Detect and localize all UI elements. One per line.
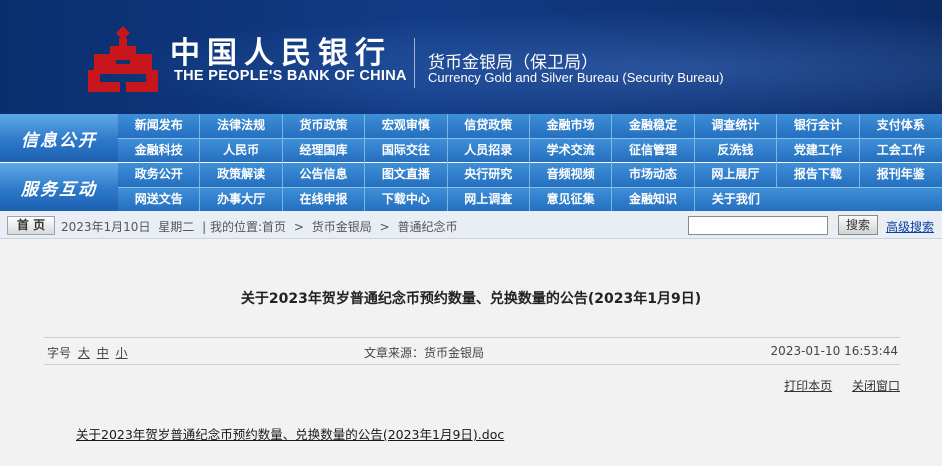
nav-item-treasury[interactable]: 经理国库: [283, 139, 366, 163]
nav-item-financial-stability[interactable]: 金融稳定: [612, 114, 695, 138]
nav-item-gov-affairs[interactable]: 政务公开: [118, 163, 201, 187]
nav-item-laws[interactable]: 法律法规: [200, 114, 283, 138]
nav-item-policy-interpretation[interactable]: 政策解读: [200, 163, 283, 187]
font-medium-link[interactable]: 中: [97, 346, 109, 360]
nav-row: 金融科技 人民币 经理国库 国际交往 人员招录 学术交流 征信管理 反洗钱 党建…: [118, 138, 942, 163]
home-button[interactable]: 首 页: [7, 216, 55, 235]
nav-item-service-hall[interactable]: 办事大厅: [200, 188, 283, 212]
pboc-logo-icon[interactable]: [86, 24, 160, 94]
search-button[interactable]: 搜索: [838, 215, 878, 235]
nav-item-financial-market[interactable]: 金融市场: [530, 114, 613, 138]
nav-item-online-notices[interactable]: 网送文告: [118, 188, 201, 212]
nav-item-union[interactable]: 工会工作: [860, 139, 942, 163]
article-meta: 字号 大 中 小 文章来源：货币金银局 2023-01-10 16:53:44: [44, 337, 900, 365]
nav-group-label: 服务互动: [0, 163, 118, 211]
nav-item-feedback[interactable]: 意见征集: [530, 188, 613, 212]
print-page-link[interactable]: 打印本页: [784, 379, 832, 393]
search-input[interactable]: [688, 216, 828, 235]
breadcrumb-home-link[interactable]: | 我的位置:首页: [202, 220, 286, 234]
breadcrumb-bar: 首 页 2023年1月10日 星期二 | 我的位置:首页 > 货币金银局 > 普…: [0, 211, 942, 239]
header-divider: [414, 38, 415, 88]
nav-group-service: 服务互动 政务公开 政策解读 公告信息 图文直播 央行研究 音频视频 市场动态 …: [0, 163, 942, 212]
breadcrumb-separator: >: [379, 220, 390, 234]
breadcrumb-separator: >: [293, 220, 304, 234]
article-title: 关于2023年贺岁普通纪念币预约数量、兑换数量的公告(2023年1月9日): [240, 291, 702, 307]
article-tools: 打印本页 关闭窗口: [768, 377, 900, 394]
advanced-search-link[interactable]: 高级搜索: [886, 218, 934, 235]
nav-item-academic[interactable]: 学术交流: [530, 139, 613, 163]
nav-item-market-dynamics[interactable]: 市场动态: [612, 163, 695, 187]
nav-item-live-broadcast[interactable]: 图文直播: [365, 163, 448, 187]
attachment-link[interactable]: 关于2023年贺岁普通纪念币预约数量、兑换数量的公告(2023年1月9日).do…: [76, 424, 504, 443]
close-window-link[interactable]: 关闭窗口: [852, 379, 900, 393]
nav-item-research[interactable]: 央行研究: [448, 163, 530, 187]
nav-items: 政务公开 政策解读 公告信息 图文直播 央行研究 音频视频 市场动态 网上展厅 …: [118, 163, 942, 212]
nav-item-bank-accounting[interactable]: 银行会计: [777, 114, 860, 138]
nav-item-online-survey[interactable]: 网上调查: [448, 188, 530, 212]
nav-group-label: 信息公开: [0, 114, 118, 162]
font-size-control: 字号 大 中 小: [47, 344, 128, 361]
nav-item-audio-video[interactable]: 音频视频: [530, 163, 613, 187]
nav-item-announcements[interactable]: 公告信息: [283, 163, 366, 187]
nav-items: 新闻发布 法律法规 货币政策 宏观审慎 信贷政策 金融市场 金融稳定 调查统计 …: [118, 114, 942, 163]
bank-name-cn: 中国人民银行: [170, 36, 392, 71]
nav-group-info: 信息公开 新闻发布 法律法规 货币政策 宏观审慎 信贷政策 金融市场 金融稳定 …: [0, 114, 942, 163]
bureau-name-en: Currency Gold and Silver Bureau (Securit…: [428, 70, 724, 85]
article-source: 文章来源：货币金银局: [364, 346, 485, 360]
bank-name-en: THE PEOPLE'S BANK OF CHINA: [174, 68, 407, 84]
font-small-link[interactable]: 小: [116, 346, 128, 360]
font-large-link[interactable]: 大: [78, 346, 90, 360]
breadcrumb-bureau-link[interactable]: 货币金银局: [312, 220, 372, 234]
nav-item-international[interactable]: 国际交往: [365, 139, 448, 163]
header-banner: 中国人民银行 THE PEOPLE'S BANK OF CHINA 货币金银局（…: [0, 0, 942, 114]
nav-item-recruitment[interactable]: 人员招录: [448, 139, 530, 163]
nav-item-about-us[interactable]: 关于我们: [695, 188, 777, 212]
current-weekday: 星期二: [158, 220, 195, 234]
nav-item-fintech[interactable]: 金融科技: [118, 139, 201, 163]
nav-row: 政务公开 政策解读 公告信息 图文直播 央行研究 音频视频 市场动态 网上展厅 …: [118, 163, 942, 187]
nav-item-yearbook[interactable]: 报刊年鉴: [860, 163, 942, 187]
nav-item-news[interactable]: 新闻发布: [118, 114, 201, 138]
nav-item-online-exhibition[interactable]: 网上展厅: [695, 163, 778, 187]
nav-item-monetary-policy[interactable]: 货币政策: [283, 114, 366, 138]
nav-item-report-download[interactable]: 报告下载: [777, 163, 860, 187]
article-content: 关于2023年贺岁普通纪念币预约数量、兑换数量的公告(2023年1月9日) 字号…: [0, 240, 942, 466]
main-navigation: 信息公开 新闻发布 法律法规 货币政策 宏观审慎 信贷政策 金融市场 金融稳定 …: [0, 114, 942, 212]
breadcrumb: 2023年1月10日 星期二 | 我的位置:首页 > 货币金银局 > 普通纪念币: [61, 218, 462, 235]
nav-item-download-center[interactable]: 下载中心: [365, 188, 448, 212]
nav-item-macroprudential[interactable]: 宏观审慎: [365, 114, 448, 138]
nav-item-online-declaration[interactable]: 在线申报: [283, 188, 366, 212]
nav-row: 网送文告 办事大厅 在线申报 下载中心 网上调查 意见征集 金融知识 关于我们: [118, 187, 942, 212]
nav-item-credit-policy[interactable]: 信贷政策: [448, 114, 530, 138]
breadcrumb-coins-link[interactable]: 普通纪念币: [397, 220, 457, 234]
nav-item-party-building[interactable]: 党建工作: [777, 139, 860, 163]
nav-item-credit-reference[interactable]: 征信管理: [612, 139, 695, 163]
article-datetime: 2023-01-10 16:53:44: [770, 344, 898, 358]
nav-item-payment-system[interactable]: 支付体系: [860, 114, 942, 138]
nav-item-statistics[interactable]: 调查统计: [695, 114, 778, 138]
font-size-label: 字号: [47, 346, 72, 360]
nav-item-financial-knowledge[interactable]: 金融知识: [612, 188, 695, 212]
nav-row: 新闻发布 法律法规 货币政策 宏观审慎 信贷政策 金融市场 金融稳定 调查统计 …: [118, 114, 942, 138]
nav-item-rmb[interactable]: 人民币: [200, 139, 283, 163]
nav-item-anti-money-laundering[interactable]: 反洗钱: [695, 139, 778, 163]
current-date: 2023年1月10日: [61, 220, 151, 234]
